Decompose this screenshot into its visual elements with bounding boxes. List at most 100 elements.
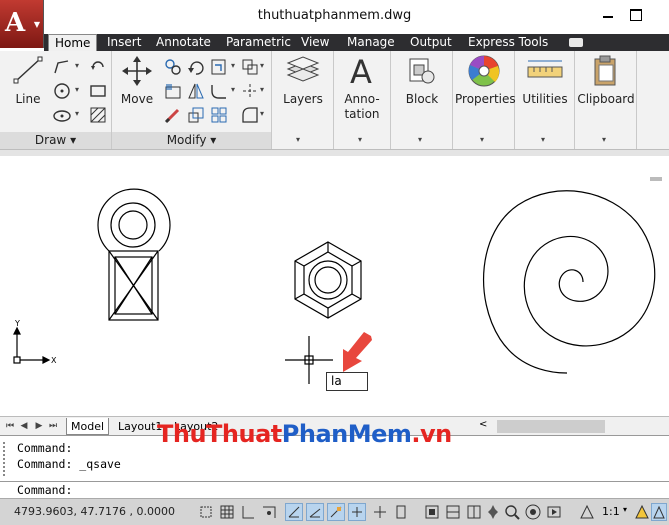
- utilities-dropdown-icon[interactable]: ▾: [541, 135, 545, 144]
- clipboard-button[interactable]: Clipboard: [577, 53, 635, 107]
- 3d-object-snap-icon[interactable]: [327, 503, 345, 521]
- erase-icon[interactable]: [163, 105, 183, 125]
- modify-panel-title[interactable]: Modify ▾: [112, 132, 271, 149]
- polar-tracking-icon[interactable]: [285, 503, 303, 521]
- edit-dropdown-icon[interactable]: ▾: [260, 109, 264, 118]
- trim-icon[interactable]: [209, 57, 229, 77]
- block-dropdown-icon[interactable]: ▾: [418, 135, 422, 144]
- explode-dropdown-icon[interactable]: ▾: [260, 85, 264, 94]
- status-bar: 4793.9603, 47.7176 , 0.0000 1:1 ▾: [0, 498, 669, 525]
- explode-icon[interactable]: [240, 81, 260, 101]
- viewport-minimize-button[interactable]: [650, 177, 662, 181]
- fillet-icon[interactable]: [209, 81, 229, 101]
- annotation-visibility-icon[interactable]: [633, 503, 651, 521]
- polyline-icon[interactable]: [52, 57, 72, 77]
- draw-panel-title[interactable]: Draw ▾: [0, 132, 111, 149]
- ribbon-minimize-button[interactable]: [569, 38, 583, 47]
- trim-dropdown-icon[interactable]: ▾: [231, 61, 235, 70]
- grid-display-icon[interactable]: [239, 503, 257, 521]
- tab-annotate[interactable]: Annotate: [150, 34, 217, 51]
- ortho-mode-icon[interactable]: [260, 503, 278, 521]
- zoom-icon[interactable]: [503, 503, 521, 521]
- draw-panel: Line ▾ ▾ ▾ Draw ▾: [0, 51, 112, 149]
- clipboard-dropdown-icon[interactable]: ▾: [602, 135, 606, 144]
- annotation-dropdown-icon[interactable]: ▾: [358, 135, 362, 144]
- arc-edit-icon[interactable]: [240, 105, 260, 125]
- tab-express-tools[interactable]: Express Tools: [462, 34, 554, 51]
- line-label: Line: [15, 92, 41, 106]
- array-icon[interactable]: [240, 57, 260, 77]
- move-button[interactable]: Move: [116, 53, 158, 107]
- annotation-scale-dropdown-icon[interactable]: ▾: [623, 505, 627, 514]
- object-snap-tracking-icon[interactable]: [348, 503, 366, 521]
- steering-wheel-icon[interactable]: [524, 503, 542, 521]
- command-window-grip[interactable]: [3, 442, 8, 476]
- svg-text:A: A: [350, 53, 372, 89]
- stretch-icon[interactable]: [163, 81, 183, 101]
- tab-insert[interactable]: Insert: [101, 34, 147, 51]
- horizontal-scrollbar[interactable]: <: [477, 419, 667, 434]
- scrollbar-thumb[interactable]: [497, 420, 605, 433]
- hatch-icon[interactable]: [88, 105, 108, 125]
- rotate-icon[interactable]: [186, 57, 206, 77]
- tab-home[interactable]: Home: [48, 34, 98, 52]
- annotation-scale-icon[interactable]: [578, 503, 596, 521]
- snap-mode-icon[interactable]: [218, 503, 236, 521]
- line-button[interactable]: Line: [8, 53, 48, 107]
- quick-view-drawings-icon[interactable]: [444, 503, 462, 521]
- tab-view[interactable]: View: [295, 34, 335, 51]
- layers-button[interactable]: Layers: [276, 53, 330, 107]
- application-menu-button[interactable]: A ▼: [0, 0, 44, 48]
- tab-output[interactable]: Output: [404, 34, 458, 51]
- dynamic-ucs-icon[interactable]: [371, 503, 389, 521]
- offset-icon[interactable]: [209, 105, 229, 125]
- utilities-button[interactable]: Utilities: [518, 53, 572, 107]
- copy-icon[interactable]: [163, 57, 183, 77]
- array-dropdown-icon[interactable]: ▾: [260, 61, 264, 70]
- dynamic-input-box[interactable]: la: [326, 372, 368, 391]
- scroll-left-icon[interactable]: <: [479, 419, 487, 430]
- tab-manage[interactable]: Manage: [341, 34, 401, 51]
- properties-dropdown-icon[interactable]: ▾: [480, 135, 484, 144]
- layers-icon: [286, 56, 320, 82]
- arc-dropdown-icon[interactable]: ▾: [75, 109, 79, 118]
- block-button[interactable]: Block: [395, 53, 449, 107]
- command-input[interactable]: Command:: [0, 481, 669, 498]
- fillet-dropdown-icon[interactable]: ▾: [231, 85, 235, 94]
- mirror-icon[interactable]: [186, 81, 206, 101]
- tab-model[interactable]: Model: [66, 418, 110, 435]
- first-layout-icon[interactable]: ⏮: [4, 420, 16, 432]
- chevron-down-icon: ▾: [70, 133, 77, 147]
- arc-icon[interactable]: [52, 105, 72, 125]
- model-space-icon[interactable]: [465, 503, 483, 521]
- auto-scale-icon[interactable]: [651, 503, 667, 521]
- infer-constraints-icon[interactable]: [197, 503, 215, 521]
- pan-icon[interactable]: [484, 503, 502, 521]
- annotation-panel: A Anno- tation ▾: [334, 51, 391, 149]
- scale-icon[interactable]: [186, 105, 206, 125]
- maximize-button[interactable]: [627, 6, 643, 22]
- pointer-arrow-icon: [343, 332, 372, 372]
- polyline-dropdown-icon[interactable]: ▾: [75, 61, 79, 70]
- rectangle-icon[interactable]: [88, 81, 108, 101]
- last-layout-icon[interactable]: ⏭: [47, 420, 59, 432]
- annotation-scale-value[interactable]: 1:1: [602, 505, 620, 518]
- dynamic-input-icon[interactable]: [392, 503, 410, 521]
- quick-view-layouts-icon[interactable]: [423, 503, 441, 521]
- circle-icon[interactable]: [52, 81, 72, 101]
- rotate-icon[interactable]: [88, 57, 108, 77]
- next-layout-icon[interactable]: ▶: [33, 420, 45, 432]
- minimize-button[interactable]: [600, 6, 616, 22]
- layers-dropdown-icon[interactable]: ▾: [296, 135, 300, 144]
- drawing-canvas[interactable]: Y X la: [0, 150, 669, 416]
- prev-layout-icon[interactable]: ◀: [18, 420, 30, 432]
- properties-button[interactable]: Properties: [455, 53, 516, 107]
- command-history-line: Command:: [17, 441, 73, 455]
- tab-parametric[interactable]: Parametric: [220, 34, 297, 51]
- annotation-button[interactable]: A Anno- tation: [336, 53, 388, 122]
- autocad-logo-icon: A: [5, 8, 26, 38]
- showmotion-icon[interactable]: [545, 503, 563, 521]
- annotation-label-line2: tation: [344, 107, 380, 121]
- object-snap-icon[interactable]: [306, 503, 324, 521]
- circle-dropdown-icon[interactable]: ▾: [75, 85, 79, 94]
